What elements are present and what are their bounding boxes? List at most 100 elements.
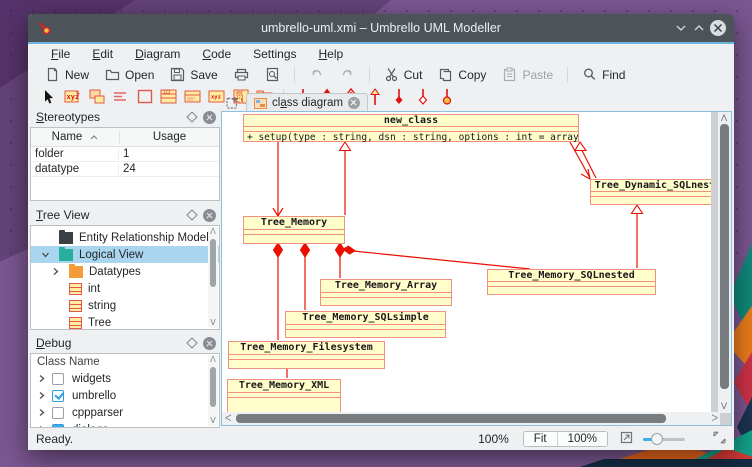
menu-help[interactable]: Help [310, 45, 353, 63]
titlebar[interactable]: umbrello-uml.xmi – Umbrello UML Modeller [28, 14, 734, 42]
tree-item-int[interactable]: int [31, 280, 219, 297]
zoom-original-icon[interactable] [620, 431, 633, 447]
tree-item-logical-view[interactable]: Logical View [31, 246, 219, 263]
find-button[interactable]: Find [575, 65, 632, 84]
slider-handle[interactable] [651, 433, 663, 445]
paste-button[interactable]: Paste [495, 65, 560, 84]
chevron-right-icon[interactable] [37, 374, 46, 383]
menu-code[interactable]: Code [193, 45, 240, 63]
undo-button[interactable] [302, 65, 331, 84]
copy-button[interactable]: Copy [431, 65, 493, 84]
operations-section [228, 397, 340, 407]
cut-button[interactable]: Cut [377, 65, 430, 84]
debug-item-dialogs[interactable]: dialogs [31, 421, 219, 428]
float-panel-icon[interactable] [185, 208, 199, 222]
note-tool-icon[interactable] [88, 88, 105, 105]
scroll-left-icon[interactable]: ᐸ [225, 412, 232, 425]
save-button[interactable]: Save [163, 65, 224, 84]
class-icon [69, 283, 82, 295]
scroll-up-icon[interactable]: ᐱ [208, 355, 218, 365]
statusbar: Ready. 100% Fit 100% [28, 428, 734, 450]
table-row[interactable]: datatype 24 [31, 162, 219, 177]
tree-item-label: string [88, 300, 116, 312]
chevron-right-icon[interactable] [51, 267, 60, 276]
tree-view-scrollbar[interactable]: ᐱ ᐯ [208, 227, 218, 328]
float-panel-icon[interactable] [185, 336, 199, 350]
checkbox-checked[interactable] [52, 390, 64, 402]
class-box-tree_memory[interactable]: Tree_Memory [243, 216, 345, 244]
checkbox-unchecked[interactable] [52, 407, 64, 419]
menu-diagram[interactable]: Diagram [126, 45, 189, 63]
print-preview-button[interactable] [258, 65, 287, 84]
vertical-scrollbar[interactable]: ᐱ ᐯ [718, 112, 731, 413]
select-tool-icon[interactable] [40, 88, 57, 105]
float-panel-icon[interactable] [185, 110, 199, 124]
scroll-right-icon[interactable]: ᐳ [711, 412, 718, 425]
tree-view-panel-header[interactable]: Tree View [30, 205, 220, 225]
minimize-icon[interactable] [674, 21, 688, 35]
stereotypes-column-header[interactable]: Name Usage [31, 128, 219, 147]
class-box-tree_memory_sqlsimple[interactable]: Tree_Memory_SQLsimple [285, 311, 446, 338]
maximize-icon[interactable] [692, 21, 706, 35]
print-preview-icon [265, 67, 280, 82]
scroll-down-icon[interactable]: ᐯ [208, 416, 218, 426]
print-button[interactable] [227, 65, 256, 84]
debug-item-widgets[interactable]: widgets [31, 370, 219, 387]
diagram-canvas[interactable]: new_class + setup(type : string, dsn : s… [222, 112, 711, 413]
expand-statusbar-icon[interactable] [713, 431, 726, 447]
debug-item-umbrello[interactable]: umbrello [31, 387, 219, 404]
scroll-down-icon[interactable]: ᐯ [721, 400, 727, 413]
class-box-tree_dynamic_sqlnest[interactable]: Tree_Dynamic_SQLnest [590, 179, 711, 205]
zoom-100-button[interactable]: 100% [557, 432, 607, 446]
tree-item-datatypes[interactable]: Datatypes [31, 263, 219, 280]
folder-icon [59, 249, 73, 261]
class-box-tree_memory_sqlnested[interactable]: Tree_Memory_SQLnested [487, 269, 656, 295]
checkbox-unchecked[interactable] [52, 373, 64, 385]
new-tab-icon[interactable] [226, 96, 239, 109]
close-icon[interactable] [710, 20, 726, 36]
tree-item-entity-relationship-model[interactable]: Entity Relationship Model [31, 229, 219, 246]
horizontal-scrollbar-thumb[interactable] [236, 414, 666, 423]
tree-item-string[interactable]: string [31, 297, 219, 314]
desktop: umbrello-uml.xmi – Umbrello UML Modeller… [0, 0, 752, 467]
tab-class-diagram[interactable]: class diagram [246, 93, 368, 112]
tab-close-icon[interactable] [348, 97, 360, 109]
box-tool-icon[interactable] [136, 88, 153, 105]
debug-panel-header[interactable]: Debug [30, 333, 220, 353]
class-box-tree_memory_xml[interactable]: Tree_Memory_XML [227, 379, 341, 413]
redo-button[interactable] [333, 65, 362, 84]
close-panel-icon[interactable] [202, 110, 216, 124]
class-tool-icon[interactable]: 123 [160, 88, 177, 105]
tree-item-tree[interactable]: Tree [31, 314, 219, 330]
stereotypes-panel-header[interactable]: Stereotypes [30, 107, 220, 127]
fit-button[interactable]: Fit [524, 432, 557, 446]
chevron-right-icon[interactable] [37, 391, 46, 400]
lines-tool-icon[interactable] [112, 88, 129, 105]
close-panel-icon[interactable] [202, 336, 216, 350]
vertical-scrollbar-thumb[interactable] [720, 124, 729, 389]
class-box-tree_memory_array[interactable]: Tree_Memory_Array [320, 279, 452, 306]
debug-item-cppparser[interactable]: cppparser [31, 404, 219, 421]
scroll-down-icon[interactable]: ᐯ [208, 318, 218, 328]
column-name[interactable]: Name [31, 131, 120, 143]
interface-tool-icon[interactable] [184, 88, 201, 105]
menu-settings[interactable]: Settings [244, 45, 305, 63]
zoom-slider[interactable] [643, 432, 685, 446]
text-tool-icon[interactable]: xyz [64, 88, 81, 105]
diagram-tabbar: class diagram [221, 93, 732, 111]
scroll-up-icon[interactable]: ᐱ [208, 227, 218, 237]
menu-file[interactable]: File [42, 45, 79, 63]
debug-scrollbar[interactable]: ᐱ ᐯ [208, 355, 218, 426]
table-row[interactable]: folder 1 [31, 147, 219, 162]
open-button[interactable]: Open [98, 65, 161, 84]
class-box-new_class[interactable]: new_class + setup(type : string, dsn : s… [243, 114, 579, 142]
chevron-right-icon[interactable] [37, 408, 46, 417]
column-usage[interactable]: Usage [120, 131, 219, 143]
close-panel-icon[interactable] [202, 208, 216, 222]
chevron-down-icon[interactable] [41, 250, 50, 259]
class-box-tree_memory_filesystem[interactable]: Tree_Memory_Filesystem [228, 341, 385, 369]
horizontal-scrollbar[interactable]: ᐸ ᐳ [222, 412, 720, 425]
operations-section [591, 196, 711, 205]
menu-edit[interactable]: Edit [83, 45, 122, 63]
new-button[interactable]: New [38, 65, 96, 84]
